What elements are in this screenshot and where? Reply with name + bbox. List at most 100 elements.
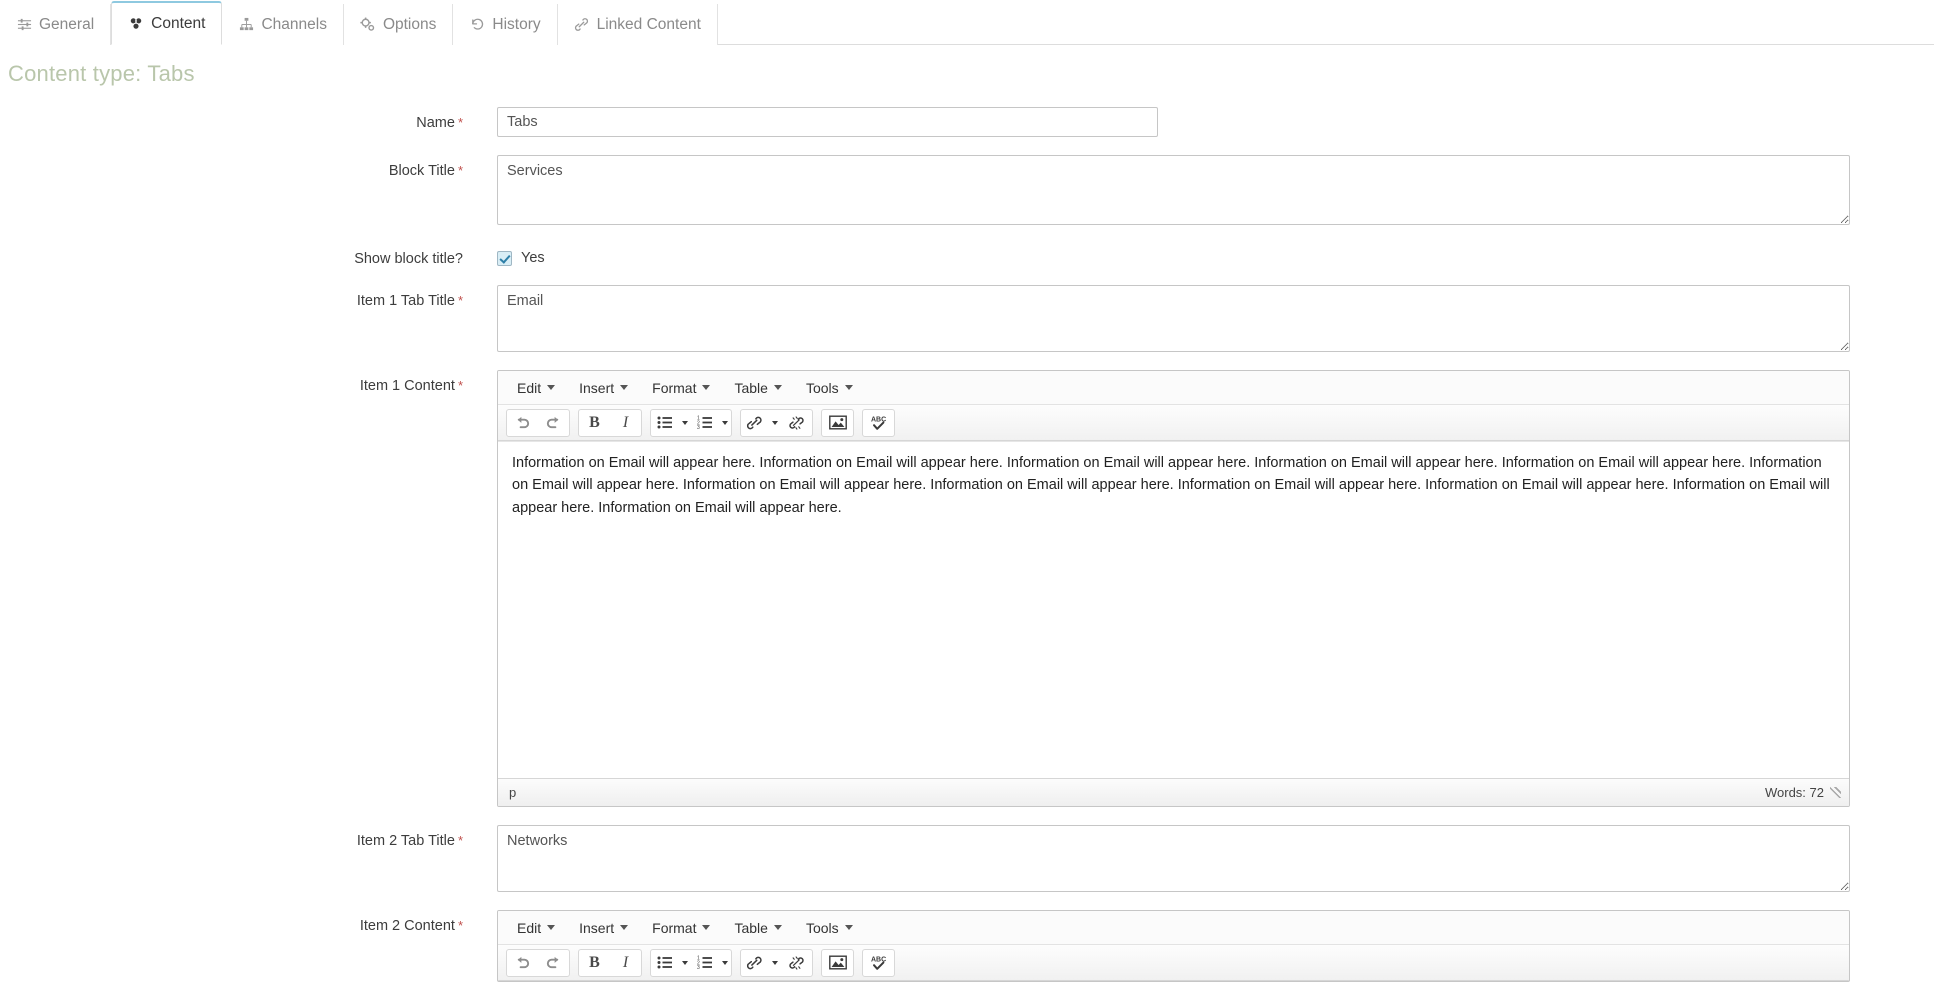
link-icon[interactable] [741,410,768,436]
menu-label: Table [734,379,768,396]
item1-tab-title-textarea[interactable] [497,285,1850,352]
chevron-down-icon [681,960,688,965]
required-marker: * [457,378,463,393]
numbered-list-dropdown[interactable] [718,410,731,436]
tab-history[interactable]: History [453,4,558,45]
chevron-down-icon [773,925,782,930]
redo-icon[interactable] [538,950,569,976]
editor-resize-handle[interactable] [1830,787,1841,798]
bold-icon[interactable]: B [579,410,610,436]
toolbar-group-image [821,948,854,977]
tab-content[interactable]: Content [111,1,223,45]
page-title: Content type: Tabs [8,61,195,86]
name-input[interactable] [497,107,1158,137]
item2-tab-title-label-cell: Item 2 Tab Title * [0,825,497,849]
chevron-down-icon [702,385,711,390]
required-marker: * [457,918,463,933]
menu-table[interactable]: Table [722,376,793,400]
undo-icon[interactable] [507,410,538,436]
redo-icon[interactable] [538,410,569,436]
editor-toolbar: B I 123 ABC [498,405,1849,441]
chevron-down-icon [721,420,728,425]
item2-tab-title-label: Item 2 Tab Title [356,833,455,849]
toolbar-group-history [506,408,570,437]
blocks-icon [128,16,144,32]
block-title-label-cell: Block Title * [0,155,497,179]
menu-table[interactable]: Table [722,916,793,940]
show-block-title-checkbox-label: Yes [521,250,545,266]
show-block-title-checkbox[interactable] [497,250,512,266]
name-label-cell: Name * [0,107,497,131]
menu-edit[interactable]: Edit [505,376,567,400]
gears-icon [360,17,376,33]
chevron-down-icon [620,385,629,390]
menu-insert[interactable]: Insert [567,916,640,940]
item1-editor-body[interactable]: Information on Email will appear here. I… [498,441,1849,778]
toolbar-group-spellcheck: ABC [862,948,895,977]
link-dropdown[interactable] [768,950,781,976]
menu-label: Insert [579,919,615,936]
numbered-list-icon[interactable]: 123 [691,950,718,976]
link-dropdown[interactable] [768,410,781,436]
item1-content-label: Item 1 Content [359,378,455,394]
link-icon[interactable] [741,950,768,976]
block-title-label: Block Title [388,163,455,179]
item1-editor-paragraph: Information on Email will appear here. I… [512,455,1830,516]
toolbar-group-image [821,408,854,437]
link-chain-icon [574,17,590,33]
chevron-down-icon [681,420,688,425]
chevron-down-icon [771,960,778,965]
editor-element-path[interactable]: p [509,785,516,800]
editor-menubar: Edit Insert Format Table Tools [498,371,1849,405]
tab-options[interactable]: Options [343,4,454,45]
menu-label: Edit [517,379,542,396]
unlink-icon[interactable] [781,950,812,976]
menu-edit[interactable]: Edit [505,916,567,940]
bullet-list-dropdown[interactable] [678,950,691,976]
tab-label: Options [382,15,437,33]
bullet-list-icon[interactable] [651,950,678,976]
toolbar-group-history [506,948,570,977]
editor-word-count-wrap: Words: 72 [1765,785,1841,800]
chevron-down-icon [721,960,728,965]
name-field-cell [497,107,1934,137]
numbered-list-icon[interactable]: 123 [691,410,718,436]
form-row-name: Name * [0,107,1934,137]
item1-tab-title-field-cell [497,285,1934,352]
tab-linked-content[interactable]: Linked Content [557,4,718,45]
item2-content-label-cell: Item 2 Content * [0,910,497,934]
menu-format[interactable]: Format [640,376,722,400]
toolbar-group-link [740,948,813,977]
image-icon[interactable] [822,950,853,976]
menu-tools[interactable]: Tools [794,916,865,940]
bullet-list-dropdown[interactable] [678,410,691,436]
menu-label: Tools [805,379,839,396]
form-row-block-title: Block Title * [0,155,1934,225]
undo-icon[interactable] [507,950,538,976]
spellcheck-icon[interactable]: ABC [863,410,894,436]
unlink-icon[interactable] [781,410,812,436]
form-row-item2-tab-title: Item 2 Tab Title * [0,825,1934,892]
menu-label: Format [652,919,697,936]
chevron-down-icon [620,925,629,930]
item2-tab-title-textarea[interactable] [497,825,1850,892]
italic-icon[interactable]: I [610,410,641,436]
italic-icon[interactable]: I [610,950,641,976]
spellcheck-icon[interactable]: ABC [863,950,894,976]
tab-general[interactable]: General [0,4,112,45]
menu-label: Edit [517,919,542,936]
menu-format[interactable]: Format [640,916,722,940]
numbered-list-dropdown[interactable] [718,950,731,976]
required-marker: * [457,163,463,178]
menu-insert[interactable]: Insert [567,376,640,400]
form-row-item2-content: Item 2 Content * Edit Insert Format Tabl… [0,910,1934,982]
tab-label: Content [151,14,206,32]
toolbar-group-spellcheck: ABC [862,408,895,437]
tab-channels[interactable]: Channels [222,4,344,45]
bullet-list-icon[interactable] [651,410,678,436]
item2-content-field-cell: Edit Insert Format Table Tools B I 1 2 3… [497,910,1934,982]
bold-icon[interactable]: B [579,950,610,976]
block-title-textarea[interactable] [497,155,1850,225]
image-icon[interactable] [822,410,853,436]
menu-tools[interactable]: Tools [794,376,865,400]
